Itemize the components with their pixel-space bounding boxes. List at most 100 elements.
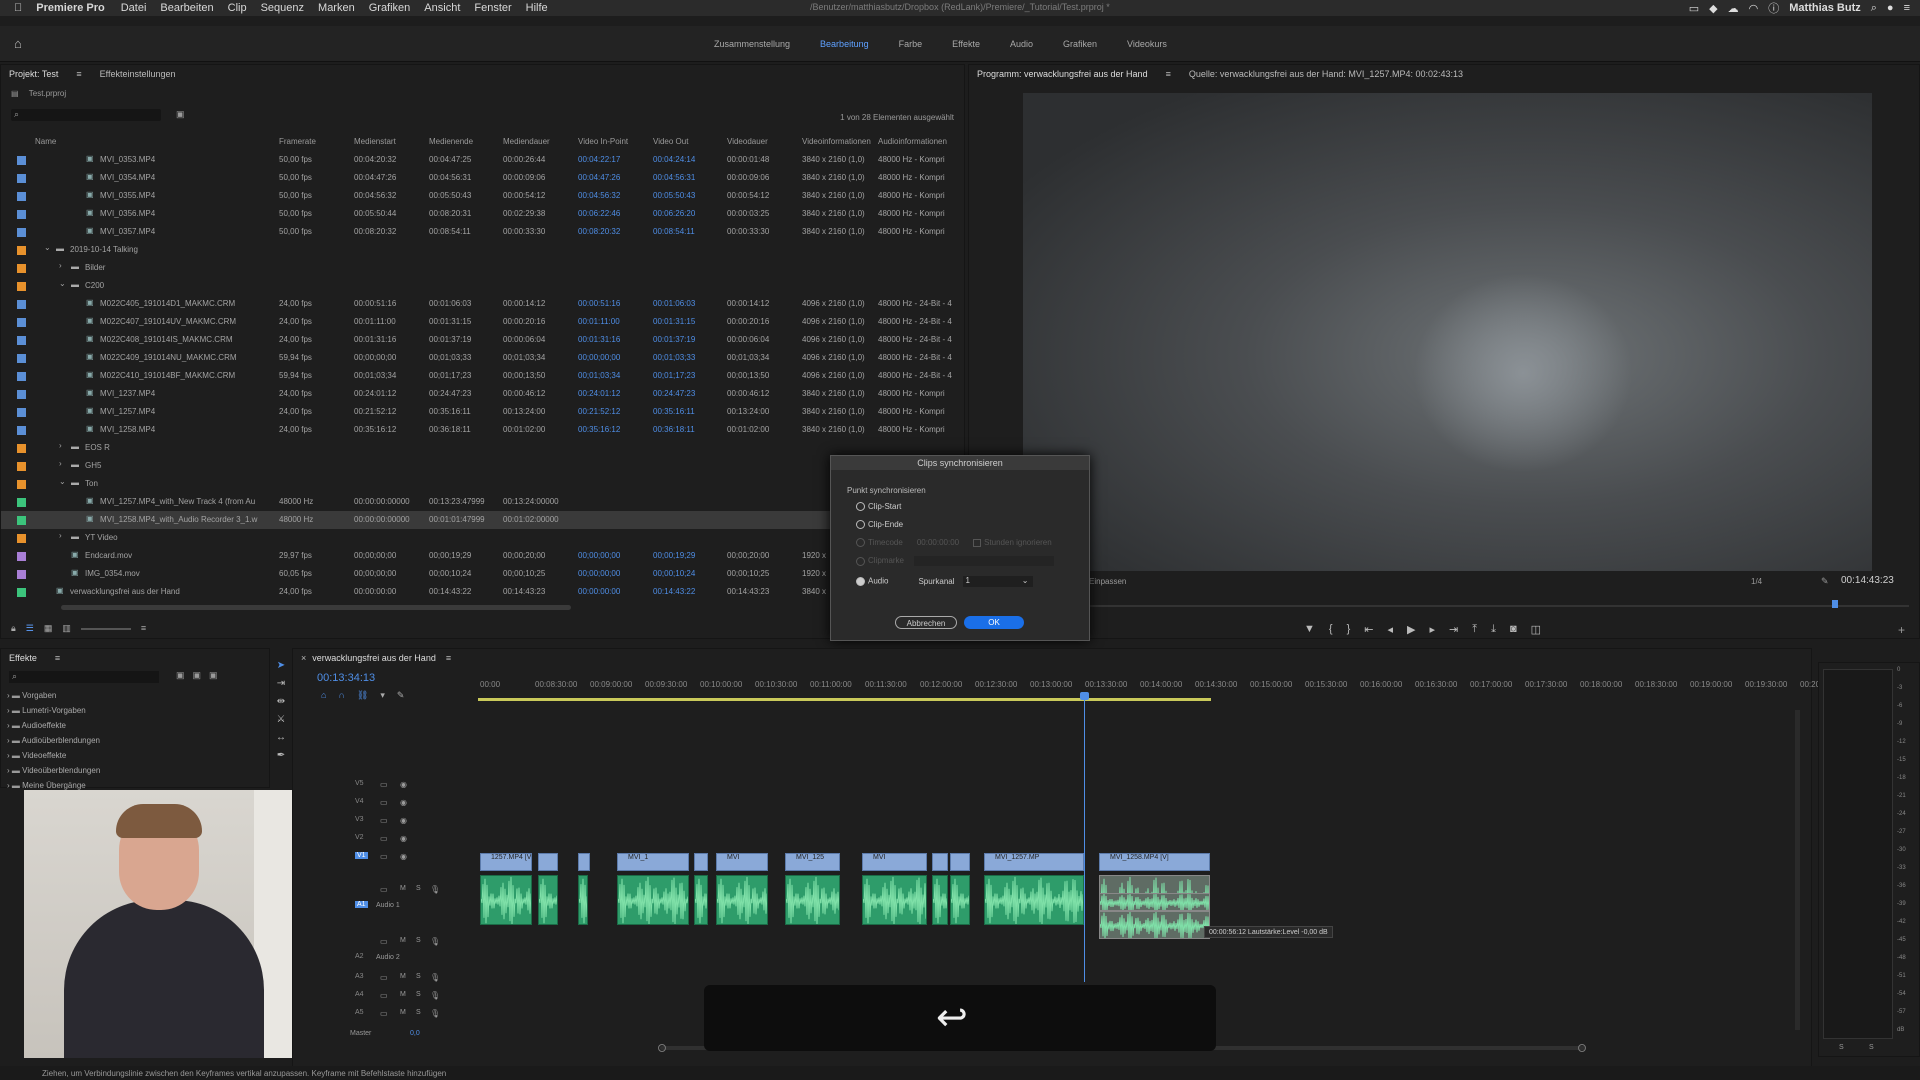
- eye-icon[interactable]: ◉: [400, 780, 407, 789]
- new-bin-icon[interactable]: ▣: [176, 109, 185, 120]
- linked-selection-icon[interactable]: ⛓︎: [357, 690, 368, 701]
- microphone-icon[interactable]: 🎙︎: [430, 973, 440, 982]
- lift-icon[interactable]: ⤒: [1472, 623, 1477, 636]
- add-marker-icon[interactable]: ▾: [380, 690, 385, 701]
- tab-project[interactable]: Projekt: Test: [9, 69, 58, 79]
- menu-list-icon[interactable]: ≡: [1904, 2, 1910, 14]
- label-color-swatch[interactable]: [17, 407, 26, 417]
- label-color-swatch[interactable]: [17, 443, 26, 453]
- label-color-swatch[interactable]: [17, 317, 26, 327]
- label-color-swatch[interactable]: [17, 515, 26, 525]
- solo-button[interactable]: S: [416, 973, 421, 980]
- table-row[interactable]: ▣ MVI_1258.MP4 24,00 fps 00:35:16:12 00:36:1…: [1, 421, 956, 439]
- toggle-sync-lock-icon[interactable]: ▭: [380, 798, 388, 807]
- solo-left-button[interactable]: S: [1839, 1044, 1844, 1051]
- toggle-sync-lock-icon[interactable]: ▭: [380, 834, 388, 843]
- menu-item-1[interactable]: Bearbeiten: [160, 2, 213, 14]
- label-color-swatch[interactable]: [17, 569, 26, 579]
- play-icon[interactable]: ▶: [1407, 623, 1415, 636]
- search-icon[interactable]: ⌕: [1871, 2, 1877, 15]
- solo-button[interactable]: S: [416, 991, 421, 998]
- label-color-swatch[interactable]: [17, 263, 26, 273]
- menu-item-3[interactable]: Sequenz: [261, 2, 304, 14]
- user-name[interactable]: Matthias Butz: [1789, 2, 1861, 14]
- dropbox-icon[interactable]: ◆: [1709, 2, 1717, 15]
- effects-folder[interactable]: › ▬ Audioüberblendungen: [7, 736, 100, 751]
- workspace-tab-0[interactable]: Zusammenstellung: [714, 39, 790, 49]
- column-header[interactable]: Videodauer: [727, 137, 768, 146]
- zoom-dropdown[interactable]: 1/4: [1751, 577, 1762, 586]
- nest-icon[interactable]: ⌂: [321, 690, 326, 701]
- label-color-swatch[interactable]: [17, 209, 26, 219]
- workspace-tab-5[interactable]: Grafiken: [1063, 39, 1097, 49]
- lock-icon[interactable]: 🔒︎: [11, 623, 16, 634]
- playhead-handle[interactable]: [1080, 692, 1089, 700]
- column-header[interactable]: Mediendauer: [503, 137, 550, 146]
- compare-icon[interactable]: ◫: [1531, 623, 1541, 636]
- table-row[interactable]: › ▬ Bilder: [1, 259, 956, 277]
- table-row[interactable]: › ▬ EOS R: [1, 439, 956, 457]
- table-row[interactable]: ⌄ ▬ Ton: [1, 475, 956, 493]
- track-label-a5[interactable]: A5: [355, 1009, 364, 1016]
- toggle-sync-lock-icon[interactable]: ▭: [380, 1009, 388, 1018]
- microphone-icon[interactable]: 🎙︎: [430, 937, 440, 946]
- label-color-swatch[interactable]: [17, 299, 26, 309]
- solo-right-button[interactable]: S: [1869, 1044, 1874, 1051]
- tab-program[interactable]: Programm: verwacklungsfrei aus der Hand: [977, 69, 1148, 79]
- razor-tool-icon[interactable]: ⚔︎: [277, 714, 286, 725]
- column-header[interactable]: Video Out: [653, 137, 688, 146]
- table-row[interactable]: ▣ MVI_1257.MP4_with_New Track 4 (from Au 4…: [1, 493, 956, 511]
- table-row[interactable]: ▣ IMG_0354.mov 60,05 fps 00;00;00;00 00;00;1…: [1, 565, 956, 583]
- menu-item-7[interactable]: Fenster: [474, 2, 511, 14]
- workspace-tab-6[interactable]: Videokurs: [1127, 39, 1167, 49]
- app-menu[interactable]: Premiere Pro: [36, 2, 104, 14]
- scroll-handle-left[interactable]: [658, 1044, 666, 1052]
- table-row[interactable]: ▣ MVI_0357.MP4 50,00 fps 00:08:20:32 00:08:5…: [1, 223, 956, 241]
- column-header[interactable]: Medienende: [429, 137, 473, 146]
- 32bit-effects-icon[interactable]: ▣: [193, 670, 202, 681]
- column-header[interactable]: Video In-Point: [578, 137, 628, 146]
- label-color-swatch[interactable]: [17, 551, 26, 561]
- table-row[interactable]: ▣ M022C405_191014D1_MAKMC.CRM 24,00 fps 00:…: [1, 295, 956, 313]
- column-header[interactable]: Medienstart: [354, 137, 396, 146]
- eye-icon[interactable]: ◉: [400, 816, 407, 825]
- menu-item-0[interactable]: Datei: [121, 2, 147, 14]
- playhead-scrubber[interactable]: [989, 605, 1909, 607]
- toggle-sync-lock-icon[interactable]: ▭: [380, 937, 388, 946]
- option-clip-end[interactable]: Clip-Ende: [856, 520, 903, 530]
- track-label-v2[interactable]: V2: [355, 834, 364, 841]
- master-volume-value[interactable]: 0,0: [410, 1030, 420, 1037]
- microphone-icon[interactable]: 🎙︎: [430, 991, 440, 1000]
- tab-source[interactable]: Quelle: verwacklungsfrei aus der Hand: M…: [1189, 69, 1463, 79]
- effects-folder[interactable]: › ▬ Videoeffekte: [7, 751, 100, 766]
- selection-tool-icon[interactable]: ➤: [277, 660, 285, 671]
- search-input[interactable]: ⌕: [11, 109, 161, 121]
- radio-clip-start[interactable]: [856, 502, 865, 512]
- table-row[interactable]: ▣ MVI_0353.MP4 50,00 fps 00:04:20:32 00:04:4…: [1, 151, 956, 169]
- workspace-tab-2[interactable]: Farbe: [899, 39, 923, 49]
- table-row[interactable]: ▣ M022C408_191014IS_MAKMC.CRM 24,00 fps 00:…: [1, 331, 956, 349]
- timeline-timecode[interactable]: 00:13:34:13: [317, 672, 375, 684]
- playhead-line[interactable]: [1084, 692, 1085, 982]
- chevron-right-icon[interactable]: ›: [59, 531, 62, 540]
- airplay-icon[interactable]: ▭: [1689, 2, 1699, 15]
- microphone-icon[interactable]: 🎙︎: [430, 1009, 440, 1018]
- label-color-swatch[interactable]: [17, 371, 26, 381]
- icon-view-icon[interactable]: ▦: [44, 623, 53, 634]
- track-label-v4[interactable]: V4: [355, 798, 364, 805]
- eye-icon[interactable]: ◉: [400, 834, 407, 843]
- column-header[interactable]: Audioinformationen: [878, 137, 947, 146]
- track-label-a1[interactable]: A1: [355, 901, 368, 908]
- toggle-sync-lock-icon[interactable]: ▭: [380, 780, 388, 789]
- table-row[interactable]: ▣ MVI_1258.MP4_with_Audio Recorder 3_1.w 4…: [1, 511, 956, 529]
- option-clip-start[interactable]: Clip-Start: [856, 502, 901, 512]
- freeform-view-icon[interactable]: ▥: [62, 623, 71, 634]
- table-row[interactable]: ▣ M022C410_191014BF_MAKMC.CRM 59,94 fps 00;…: [1, 367, 956, 385]
- eye-icon[interactable]: ◉: [400, 798, 407, 807]
- playhead-marker[interactable]: [1832, 600, 1838, 608]
- track-label-v1[interactable]: V1: [355, 852, 368, 859]
- chevron-down-icon[interactable]: ⌄: [44, 243, 51, 252]
- siri-icon[interactable]: ●: [1887, 2, 1894, 14]
- table-row[interactable]: ▣ MVI_1237.MP4 24,00 fps 00:24:01:12 00:24:4…: [1, 385, 956, 403]
- panel-menu-icon[interactable]: ≡: [76, 69, 81, 79]
